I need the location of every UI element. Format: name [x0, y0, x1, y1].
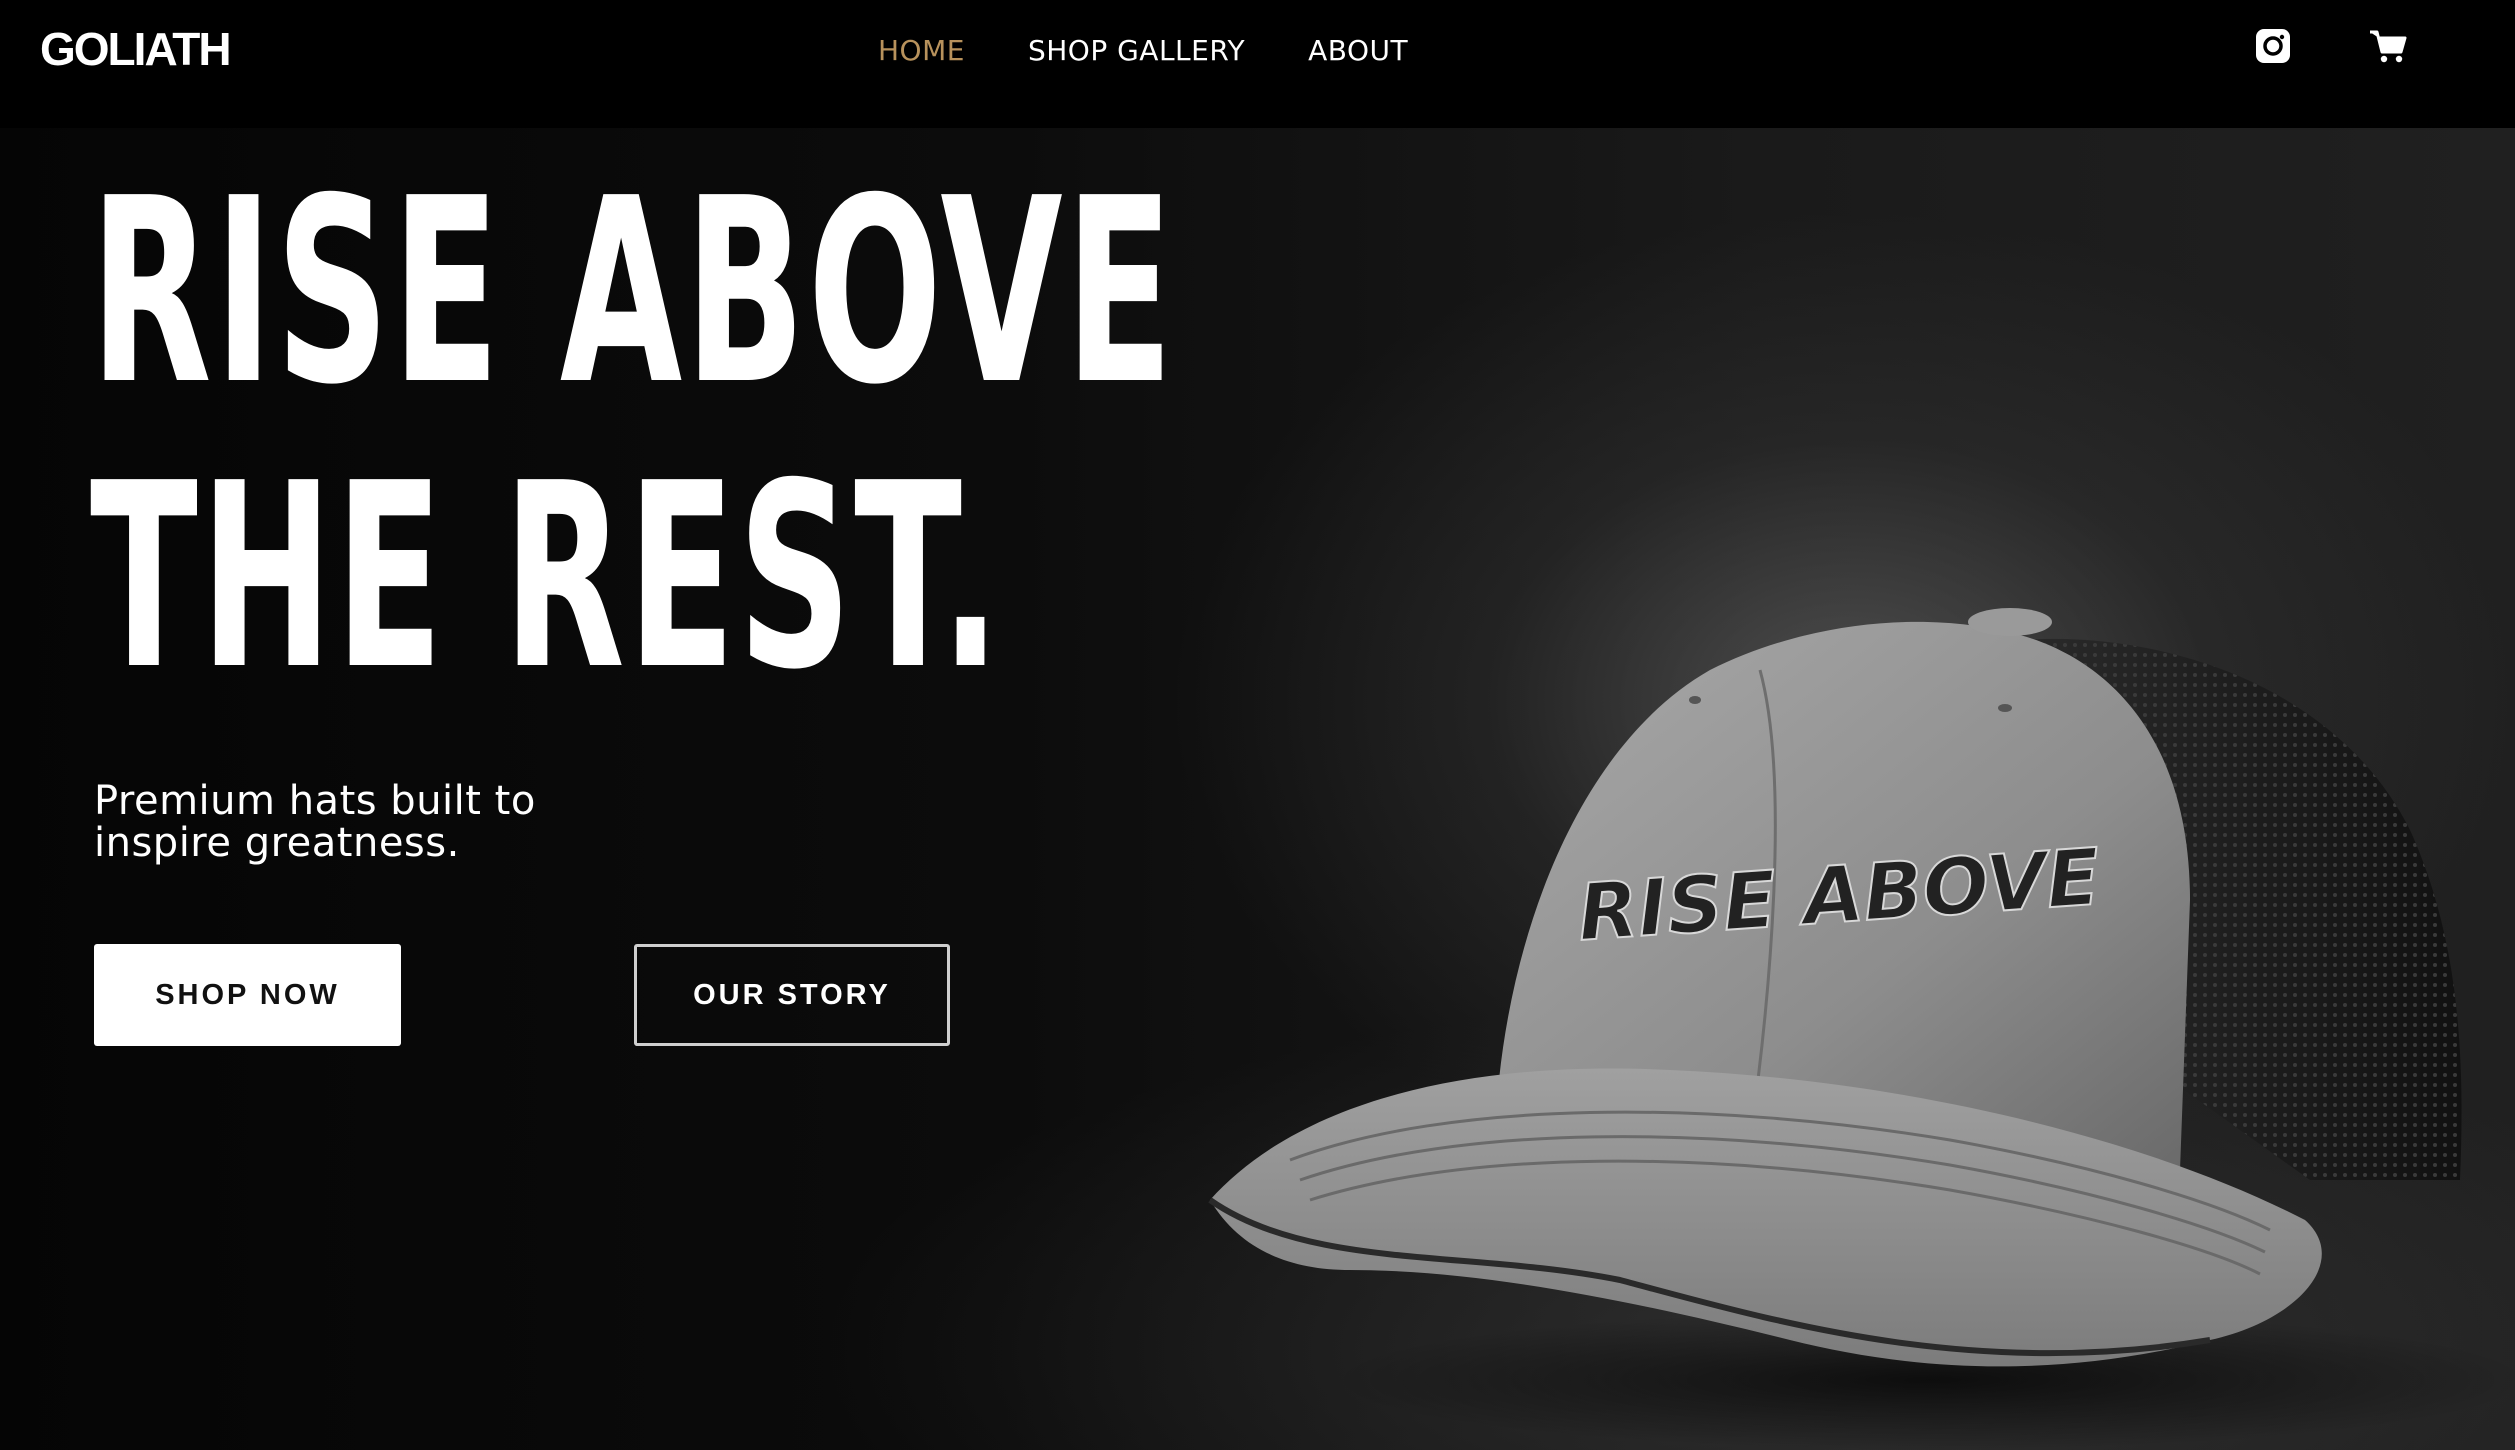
- site-header: GOLIATH HOME SHOP GALLERY ABOUT: [0, 0, 2515, 128]
- hero-subtitle: Premium hats built to inspire greatness.: [94, 778, 536, 866]
- our-story-button[interactable]: OUR STORY: [634, 944, 950, 1046]
- nav-home[interactable]: HOME: [878, 34, 965, 67]
- cap-product-image: RISE ABOVE: [1208, 608, 2515, 1450]
- headline-line-1: RISE ABOVE: [90, 144, 1176, 441]
- nav-about[interactable]: ABOUT: [1308, 34, 1408, 67]
- headline-line-2: THE REST.: [90, 429, 1004, 726]
- shop-now-button[interactable]: SHOP NOW: [94, 944, 401, 1046]
- nav-shop-gallery[interactable]: SHOP GALLERY: [1028, 34, 1245, 67]
- main-nav: HOME SHOP GALLERY ABOUT: [878, 30, 1408, 70]
- landing-page: RISE ABOVE GOLIATH HOME SHOP GALLERY ABO…: [0, 0, 2515, 1450]
- cart-icon[interactable]: [2368, 26, 2408, 66]
- brand-logo[interactable]: GOLIATH: [40, 22, 232, 76]
- instagram-icon[interactable]: [2253, 26, 2293, 66]
- hero-headline: RISE ABOVE THE REST.: [90, 144, 1176, 726]
